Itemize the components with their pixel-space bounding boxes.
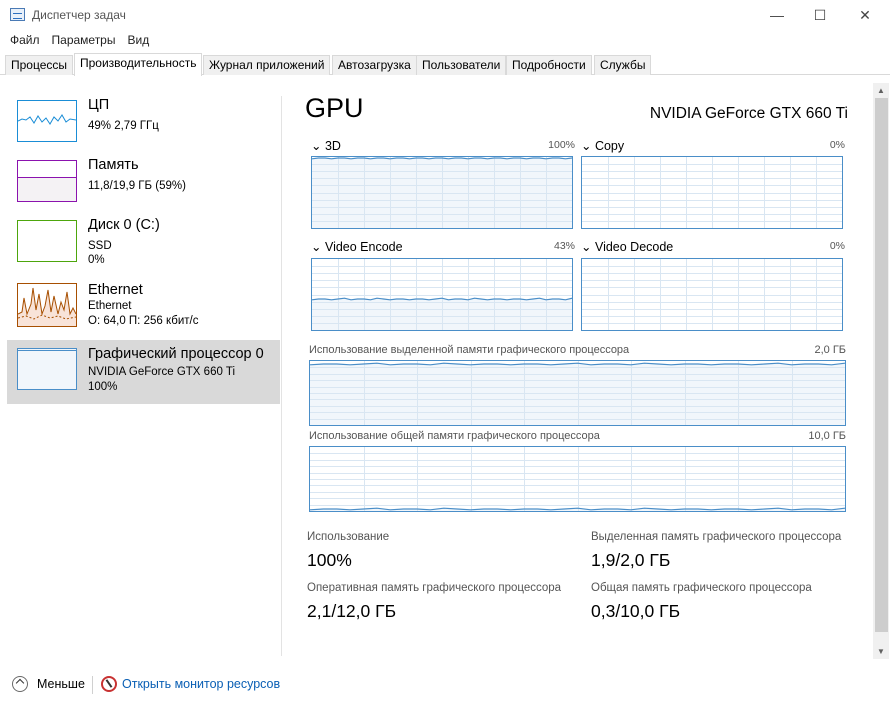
sidebar-item-value: 100% — [88, 381, 118, 393]
engine-name: Video Encode — [324, 240, 403, 254]
shared-memory-value: 0,3/10,0 ГБ — [591, 601, 681, 621]
shared-memory-graph-label: Использование общей памяти графического … — [309, 430, 600, 442]
menu-bar: Файл Параметры Вид — [0, 30, 155, 50]
sidebar-item-disk[interactable]: Диск 0 (C:) SSD 0% — [7, 214, 280, 278]
engine-name: Copy — [594, 139, 625, 153]
footer-separator — [92, 676, 93, 694]
engine-video-encode-percent: 43% — [553, 240, 575, 252]
scrollbar-thumb[interactable] — [875, 98, 888, 632]
chevron-up-icon[interactable] — [12, 676, 28, 692]
sidebar-item-detail: Ethernet — [88, 300, 132, 312]
graph-canvas — [310, 447, 845, 511]
tab-app-history[interactable]: Журнал приложений — [203, 55, 331, 75]
sidebar-item-title: Диск 0 (C:) — [88, 217, 160, 233]
tab-performance[interactable]: Производительность — [74, 53, 203, 76]
sidebar-item-detail: SSD — [88, 240, 112, 252]
sidebar-item-title: Память — [88, 157, 139, 173]
dedicated-memory-label: Выделенная память графического процессор… — [591, 531, 842, 543]
sidebar-item-value: 0% — [88, 254, 105, 266]
title-bar: Диспетчер задач — ☐ ✕ — [0, 0, 890, 30]
graph-area — [310, 363, 845, 425]
menu-view[interactable]: Вид — [121, 30, 155, 50]
footer: Меньше Открыть монитор ресурсов — [0, 666, 890, 709]
sidebar-item-memory[interactable]: Память 11,8/19,9 ГБ (59%) — [7, 154, 280, 218]
tab-users[interactable]: Пользователи — [416, 55, 507, 75]
sidebar-item-title: ЦП — [88, 97, 110, 113]
menu-file[interactable]: Файл — [4, 30, 46, 50]
scroll-down-arrow-icon[interactable]: ▼ — [873, 645, 889, 659]
engine-video-decode-label[interactable]: ⌄ Video Decode — [581, 239, 673, 254]
shared-memory-graph — [309, 446, 846, 512]
page-title: GPU — [305, 93, 364, 123]
sidebar-item-gpu[interactable]: Графический процессор 0 NVIDIA GeForce G… — [7, 340, 280, 404]
close-button[interactable]: ✕ — [842, 0, 888, 30]
sidebar-item-value: О: 64,0 П: 256 кбит/с — [88, 315, 199, 327]
gpu-model-name: NVIDIA GeForce GTX 660 Ti — [649, 105, 848, 122]
shared-memory-max: 10,0 ГБ — [808, 430, 846, 442]
engine-copy-label[interactable]: ⌄ Copy — [581, 138, 624, 153]
memory-fill — [18, 177, 76, 201]
cpu-thumbnail — [17, 100, 77, 142]
sidebar-item-detail: 11,8/19,9 ГБ (59%) — [88, 180, 186, 192]
tab-details[interactable]: Подробности — [506, 55, 592, 75]
window-title: Диспетчер задач — [32, 8, 126, 22]
dedicated-memory-max: 2,0 ГБ — [814, 344, 846, 356]
dedicated-memory-value: 1,9/2,0 ГБ — [591, 550, 671, 570]
ethernet-thumbnail — [17, 283, 77, 327]
ethernet-thumbnail-graph — [17, 287, 77, 326]
graph-canvas — [582, 259, 842, 330]
fewer-details-button[interactable]: Меньше — [37, 677, 85, 691]
task-manager-icon — [10, 8, 25, 21]
graph-canvas — [310, 361, 845, 425]
tab-processes[interactable]: Процессы — [5, 55, 74, 75]
sidebar-item-detail: NVIDIA GeForce GTX 660 Ti — [88, 366, 235, 378]
engine-video-encode-label[interactable]: ⌄ Video Encode — [311, 239, 403, 254]
tab-startup[interactable]: Автозагрузка — [332, 55, 417, 75]
dedicated-memory-graph — [309, 360, 846, 426]
engine-video-decode-graph — [581, 258, 843, 331]
gpu-ram-value: 2,1/12,0 ГБ — [307, 601, 397, 621]
usage-label: Использование — [307, 531, 390, 543]
tab-bar: Процессы Производительность Журнал прило… — [0, 53, 890, 76]
sidebar-item-detail: 49% 2,79 ГГц — [88, 120, 159, 132]
engine-name: Video Decode — [594, 240, 674, 254]
sidebar-item-title: Графический процессор 0 — [88, 346, 264, 362]
engine-copy-graph — [581, 156, 843, 229]
engine-3d-graph — [311, 156, 573, 229]
graph-canvas — [312, 157, 572, 228]
minimize-button[interactable]: — — [754, 0, 800, 30]
disk-thumbnail — [17, 220, 77, 262]
engine-video-decode-percent: 0% — [829, 240, 845, 252]
usage-value: 100% — [307, 550, 352, 570]
sidebar-item-ethernet[interactable]: Ethernet Ethernet О: 64,0 П: 256 кбит/с — [7, 280, 280, 344]
scroll-up-arrow-icon[interactable]: ▲ — [873, 84, 889, 98]
resource-monitor-icon[interactable] — [101, 676, 117, 692]
engine-3d-label[interactable]: ⌄ 3D — [311, 138, 341, 153]
engine-3d-percent: 100% — [548, 139, 575, 151]
gpu-thumbnail-line — [18, 350, 76, 351]
dedicated-memory-graph-label: Использование выделенной памяти графичес… — [309, 344, 630, 356]
gpu-thumbnail — [17, 348, 77, 390]
sidebar-item-title: Ethernet — [88, 282, 143, 298]
gpu-ram-label: Оперативная память графического процессо… — [307, 582, 562, 594]
cpu-thumbnail-graph — [17, 114, 77, 125]
menu-options[interactable]: Параметры — [46, 30, 122, 50]
open-resource-monitor-link[interactable]: Открыть монитор ресурсов — [122, 677, 280, 691]
tab-services[interactable]: Службы — [594, 55, 652, 75]
engine-copy-percent: 0% — [829, 139, 845, 151]
shared-memory-label: Общая память графического процессора — [591, 582, 812, 594]
graph-canvas — [582, 157, 842, 228]
graph-canvas — [312, 259, 572, 330]
maximize-button[interactable]: ☐ — [797, 0, 843, 30]
resource-list: ЦП 49% 2,79 ГГц Память 11,8/19,9 ГБ (59%… — [7, 88, 280, 658]
panel-divider[interactable] — [281, 96, 282, 656]
engine-name: 3D — [324, 139, 341, 153]
engine-video-encode-graph — [311, 258, 573, 331]
sidebar-item-cpu[interactable]: ЦП 49% 2,79 ГГц — [7, 94, 280, 158]
memory-thumbnail — [17, 160, 77, 202]
